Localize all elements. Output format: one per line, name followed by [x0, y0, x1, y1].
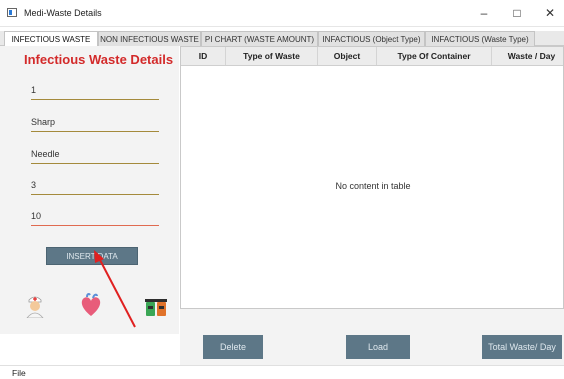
- total-waste-per-day-button[interactable]: Total Waste/ Day: [482, 335, 562, 359]
- id-field[interactable]: 1: [31, 80, 159, 100]
- column-header-id[interactable]: ID: [181, 47, 226, 65]
- column-header-type-of-container[interactable]: Type Of Container: [377, 47, 492, 65]
- column-header-object[interactable]: Object: [318, 47, 377, 65]
- menu-bar: File: [0, 365, 564, 379]
- form-title: Infectious Waste Details: [24, 52, 174, 67]
- form-panel: Infectious Waste Details 1 Sharp Needle …: [0, 46, 179, 334]
- menu-file[interactable]: File: [12, 368, 26, 378]
- maximize-button[interactable]: □: [502, 3, 532, 23]
- tab-pi-chart[interactable]: PI CHART (WASTE AMOUNT): [201, 31, 318, 46]
- object-field[interactable]: Needle: [31, 144, 159, 164]
- app-icon: [7, 8, 17, 17]
- empty-table-message: No content in table: [335, 181, 411, 191]
- minimize-button[interactable]: –: [469, 3, 499, 23]
- close-button[interactable]: ✕: [535, 3, 564, 23]
- nurse-icon: [26, 296, 44, 318]
- tab-non-infectious-waste[interactable]: NON INFECTIOUS WASTE: [98, 31, 201, 46]
- tab-infectious-waste[interactable]: INFECTIOUS WASTE: [4, 31, 98, 46]
- waste-table[interactable]: ID Type of Waste Object Type Of Containe…: [180, 46, 564, 309]
- column-header-waste-per-day[interactable]: Waste / Day: [492, 47, 563, 65]
- load-button[interactable]: Load: [346, 335, 410, 359]
- delete-button[interactable]: Delete: [203, 335, 263, 359]
- table-header: ID Type of Waste Object Type Of Containe…: [181, 47, 563, 66]
- tab-infactious-waste-type[interactable]: INFACTIOUS (Waste Type): [425, 31, 535, 46]
- container-type-field[interactable]: 3: [31, 175, 159, 195]
- title-bar: Medi-Waste Details – □ ✕: [0, 0, 564, 27]
- waste-type-field[interactable]: Sharp: [31, 112, 159, 132]
- tab-bar: INFECTIOUS WASTE NON INFECTIOUS WASTE PI…: [0, 31, 564, 46]
- waste-bins-icon: [145, 299, 167, 316]
- window-title: Medi-Waste Details: [24, 8, 102, 18]
- waste-per-day-field[interactable]: 10: [31, 206, 159, 226]
- heart-icon: [81, 292, 101, 316]
- column-header-type-of-waste[interactable]: Type of Waste: [226, 47, 318, 65]
- tab-infactious-object-type[interactable]: INFACTIOUS (Object Type): [318, 31, 425, 46]
